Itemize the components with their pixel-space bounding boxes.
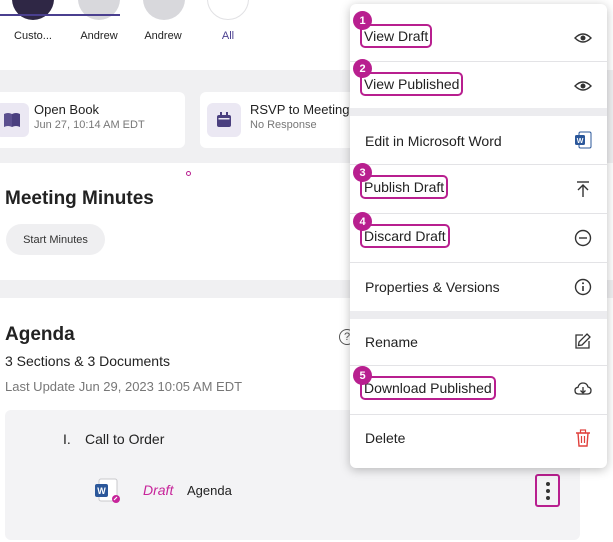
book-icon: [0, 103, 29, 137]
menu-item-delete[interactable]: Delete: [350, 415, 607, 463]
menu-item-discard-draft[interactable]: Discard Draft: [350, 214, 607, 262]
card-title: RSVP to Meeting: [250, 102, 350, 117]
step-badge: 5: [353, 366, 372, 385]
rsvp-card[interactable]: RSVP to Meeting No Response: [200, 92, 370, 148]
menu-item-view-draft[interactable]: View Draft: [350, 14, 607, 62]
info-circle-icon: [573, 277, 593, 297]
section-name: Call to Order: [85, 431, 165, 447]
step-badge: 1: [353, 11, 372, 30]
svg-text:W: W: [577, 138, 584, 145]
focus-dot: [186, 171, 191, 176]
minus-circle-icon: [573, 228, 593, 248]
open-book-card[interactable]: Open Book Jun 27, 10:14 AM EDT: [0, 92, 185, 148]
menu-item-edit-in-word[interactable]: Edit in Microsoft Word W: [350, 116, 607, 164]
edit-icon: [573, 331, 593, 351]
menu-item-rename[interactable]: Rename: [350, 319, 607, 367]
active-tab-indicator: [0, 14, 120, 16]
agenda-title: Agenda: [5, 324, 75, 345]
menu-item-label: View Published: [360, 72, 464, 96]
minutes-title: Meeting Minutes: [5, 188, 154, 209]
menu-item-label: Publish Draft: [360, 175, 449, 199]
document-name[interactable]: Agenda: [187, 483, 232, 498]
menu-item-download-published[interactable]: Download Published: [350, 366, 607, 414]
menu-item-properties-versions[interactable]: Properties & Versions: [350, 263, 607, 311]
calendar-icon: [207, 103, 241, 137]
word-icon: W: [573, 130, 593, 150]
menu-item-label: Properties & Versions: [365, 279, 500, 295]
menu-item-label: Delete: [365, 430, 406, 446]
document-status: Draft: [143, 482, 174, 498]
more-options-icon[interactable]: [535, 474, 560, 507]
step-badge: 2: [353, 59, 372, 78]
menu-item-label: View Draft: [360, 24, 433, 48]
upload-arrow-icon: [573, 179, 593, 199]
card-title: Open Book: [34, 102, 100, 117]
card-subtitle: Jun 27, 10:14 AM EDT: [34, 119, 145, 131]
eye-icon: [573, 28, 593, 48]
menu-section-divider: [350, 108, 607, 116]
svg-text:W: W: [97, 486, 106, 496]
step-badge: 3: [353, 163, 372, 182]
menu-item-publish-draft[interactable]: Publish Draft: [350, 165, 607, 213]
eye-icon: [573, 76, 593, 96]
attendee-label: Andrew: [144, 30, 182, 42]
start-minutes-button[interactable]: Start Minutes: [6, 224, 105, 255]
document-actions-menu: View Draft View Published Edit in Micros…: [350, 4, 607, 468]
word-document-icon: W: [93, 477, 121, 505]
attendee-label-all[interactable]: All: [198, 30, 258, 42]
agenda-last-update: Last Update Jun 29, 2023 10:05 AM EDT: [5, 379, 243, 394]
attendee-label: Andrew: [80, 30, 118, 42]
menu-item-label: Download Published: [360, 376, 496, 400]
menu-section-divider: [350, 311, 607, 319]
cloud-download-icon: [573, 379, 593, 399]
menu-item-label: Edit in Microsoft Word: [365, 133, 502, 149]
section-number: I.: [63, 431, 71, 447]
trash-icon: [573, 428, 593, 448]
attendee-label: Custo...: [14, 30, 52, 42]
agenda-summary: 3 Sections & 3 Documents: [5, 353, 170, 369]
menu-item-label: Discard Draft: [360, 224, 450, 248]
card-subtitle: No Response: [250, 119, 317, 131]
menu-item-view-published[interactable]: View Published: [350, 62, 607, 110]
menu-item-label: Rename: [365, 334, 418, 350]
step-badge: 4: [353, 212, 372, 231]
